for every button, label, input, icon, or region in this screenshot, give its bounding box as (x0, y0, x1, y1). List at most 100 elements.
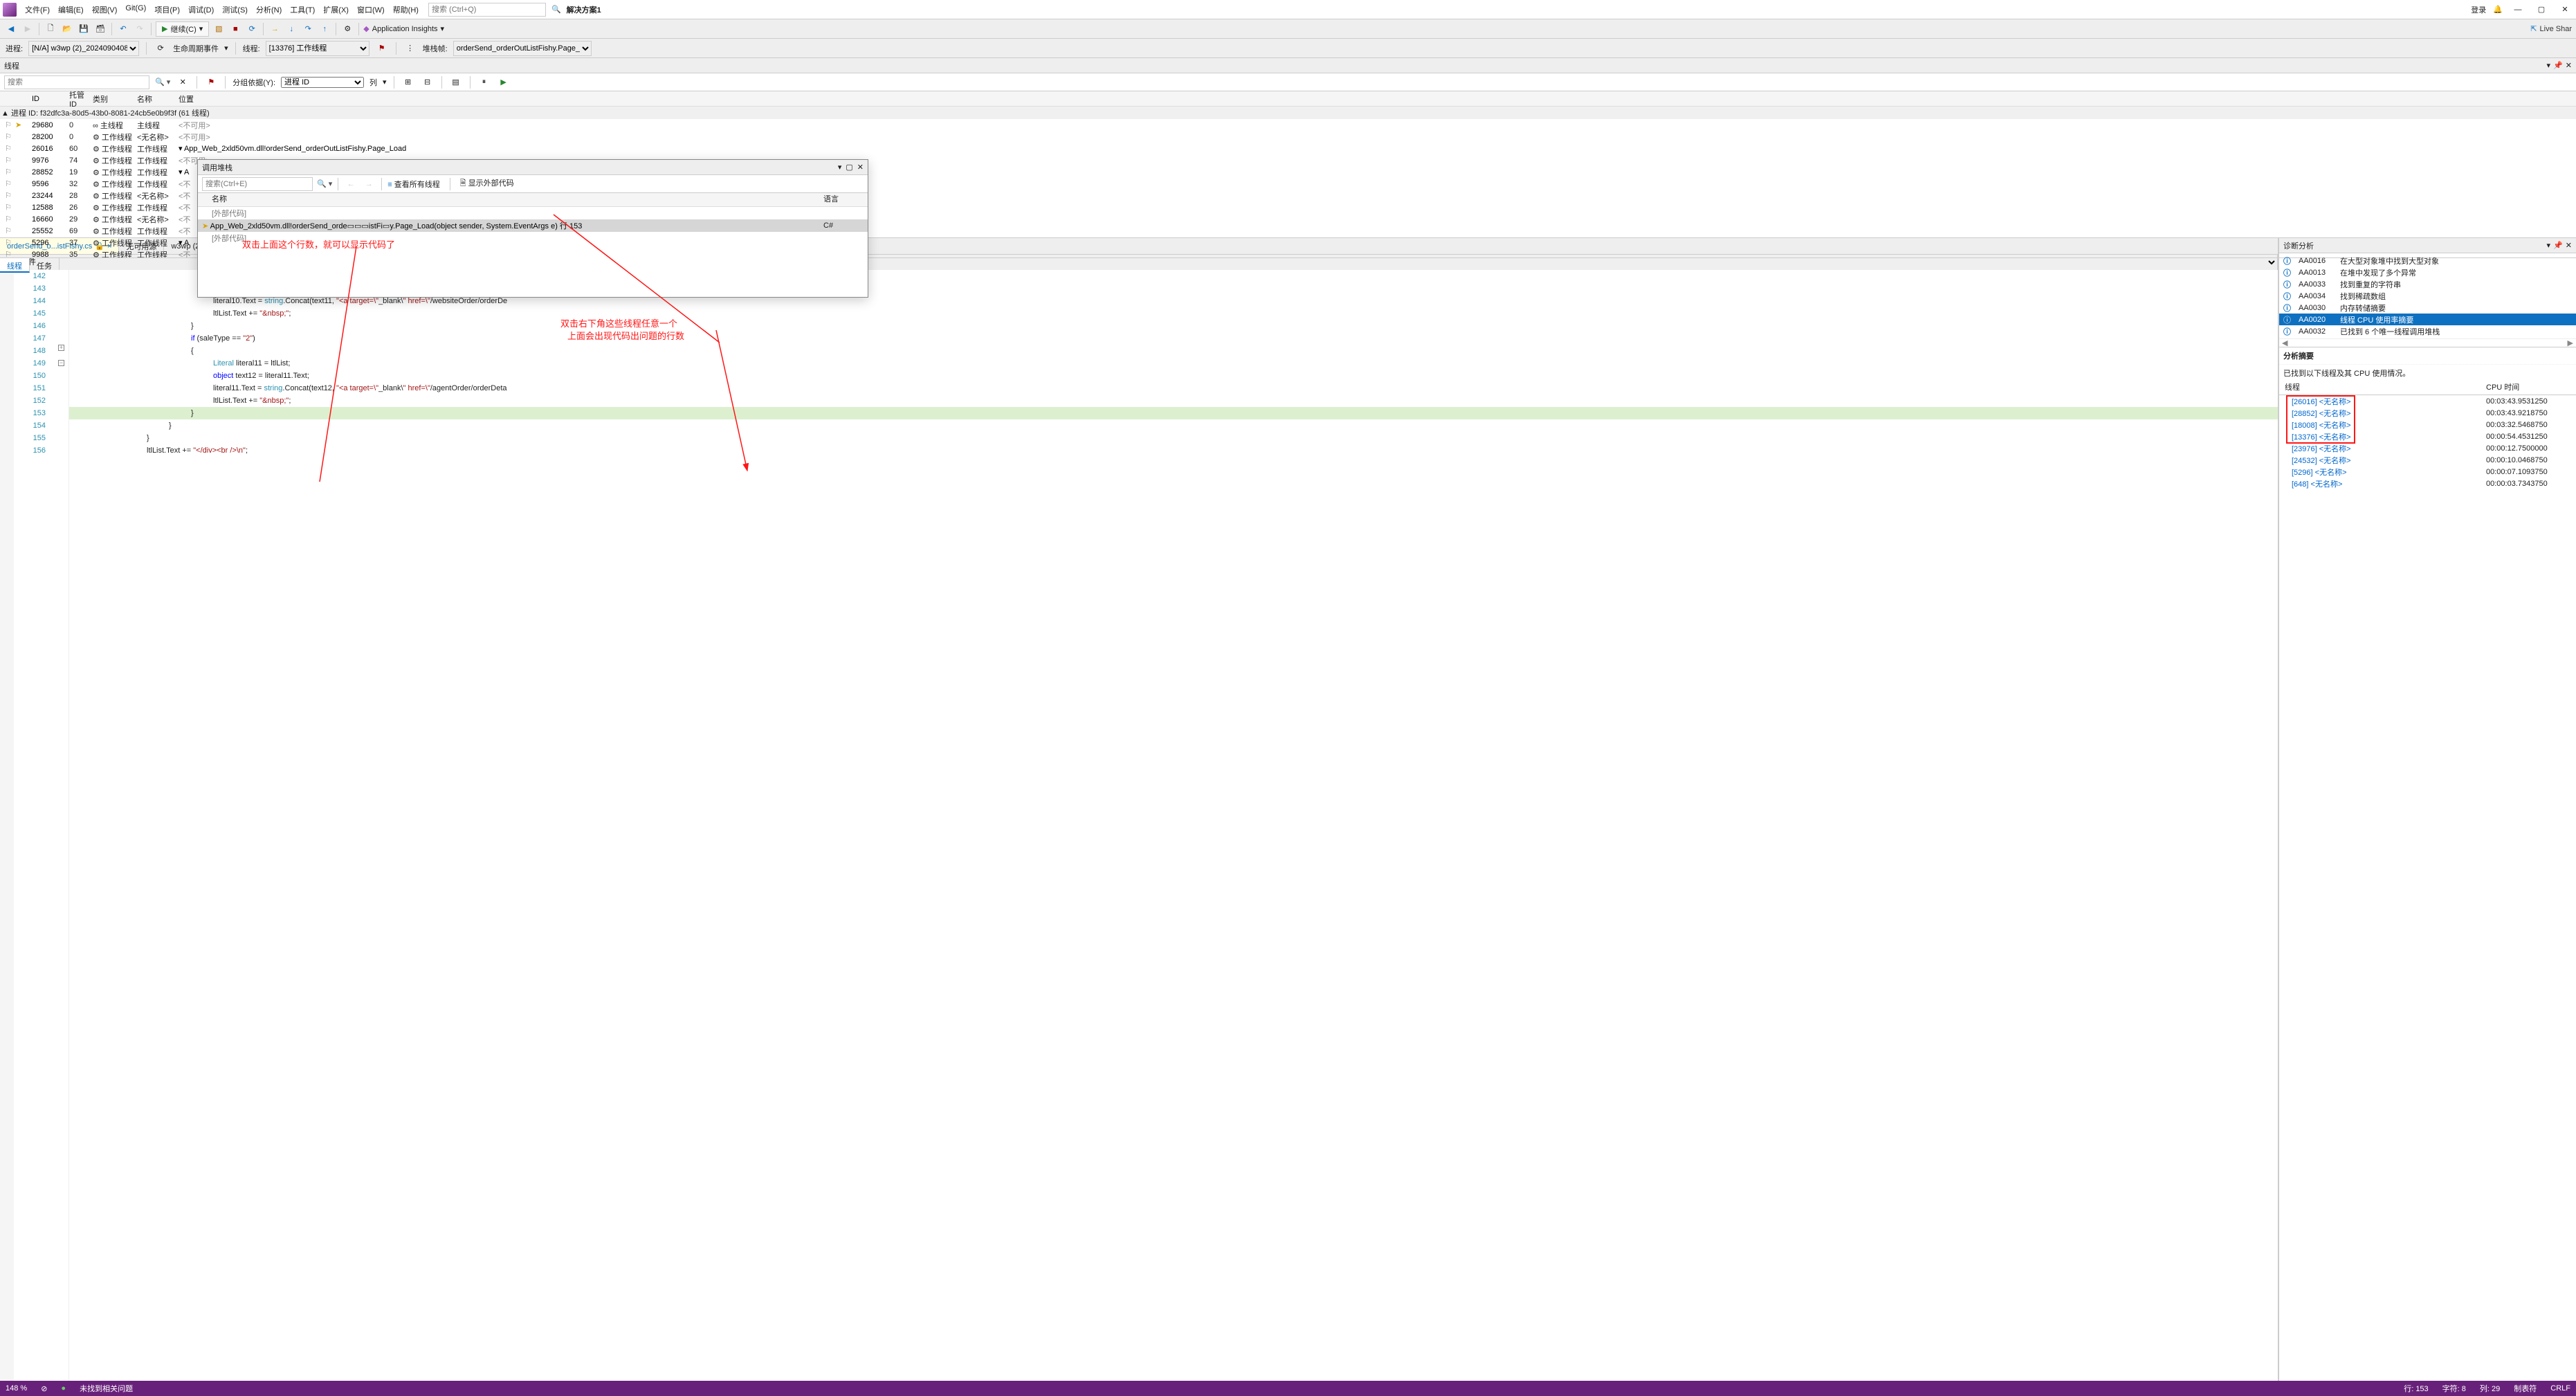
status-crlf[interactable]: CRLF (2550, 1384, 2570, 1393)
view-all-threads[interactable]: ≡ 查看所有线程 (387, 179, 439, 190)
menu-item[interactable]: 编辑(E) (54, 1, 88, 18)
cpu-row[interactable]: [24532] <无名称>00:00:10.0468750 (2279, 454, 2576, 466)
diag-item[interactable]: ⓘAA0033找到重复的字符串 (2279, 278, 2576, 290)
search-icon[interactable]: 🔍 ▾ (317, 179, 332, 188)
code-line[interactable]: } (69, 320, 2278, 332)
menu-item[interactable]: 工具(T) (286, 1, 319, 18)
diag-item[interactable]: ⓘAA0013在堆中发现了多个异常 (2279, 266, 2576, 278)
maximize-icon[interactable]: ▢ (846, 163, 852, 172)
open-icon[interactable]: 📂 (60, 22, 74, 36)
callstack-search-input[interactable] (202, 177, 313, 191)
error-icon[interactable]: ⊘ (41, 1384, 47, 1393)
restart-icon[interactable]: ⟳ (245, 22, 259, 36)
cpu-row[interactable]: [5296] <无名称>00:00:07.1093750 (2279, 466, 2576, 478)
save-icon[interactable]: 💾 (77, 22, 91, 36)
menu-item[interactable]: Git(G) (121, 1, 150, 18)
minimize-button[interactable]: — (2510, 3, 2526, 17)
dropdown-icon[interactable]: ▾ (2547, 241, 2551, 250)
tab-threads[interactable]: 线程 (0, 258, 30, 273)
code-line[interactable]: ltlList.Text += "</div><br />\n"; (69, 444, 2278, 457)
threads-search-input[interactable] (4, 75, 149, 89)
issues-label[interactable]: 未找到相关问题 (80, 1383, 133, 1394)
callstack-icon[interactable]: ▤ (449, 75, 463, 89)
stackframe-select[interactable]: orderSend_orderOutListFishy.Page_Loa (453, 41, 592, 56)
breakpoint-gutter[interactable] (0, 270, 14, 1381)
code-line[interactable]: literal11.Text = string.Concat(text12, "… (69, 382, 2278, 395)
nav-fwd-icon[interactable]: ▶ (21, 22, 35, 36)
menu-item[interactable]: 窗口(W) (353, 1, 389, 18)
pin-icon[interactable]: 📌 (2553, 241, 2563, 250)
zoom-level[interactable]: 148 % (6, 1384, 27, 1393)
play-icon[interactable]: ▶ (497, 75, 511, 89)
cpu-row[interactable]: [26016] <无名称>00:03:43.9531250 (2279, 395, 2576, 407)
menu-item[interactable]: 扩展(X) (319, 1, 353, 18)
callstack-row[interactable]: [外部代码] (198, 207, 868, 219)
code-line[interactable]: { (69, 345, 2278, 357)
menu-item[interactable]: 项目(P) (150, 1, 184, 18)
undo-icon[interactable]: ↶ (116, 22, 130, 36)
menu-item[interactable]: 视图(V) (88, 1, 122, 18)
next-icon[interactable]: → (362, 177, 376, 191)
prev-icon[interactable]: ← (344, 177, 358, 191)
callstack-row[interactable]: [外部代码] (198, 232, 868, 244)
diag-item[interactable]: ⓘAA0030内存转储摘要 (2279, 302, 2576, 314)
close-icon[interactable]: ✕ (857, 163, 864, 172)
notification-icon[interactable]: 🔔 (2493, 5, 2503, 14)
menu-item[interactable]: 调试(D) (184, 1, 218, 18)
cpu-row[interactable]: [28852] <无名称>00:03:43.9218750 (2279, 407, 2576, 419)
close-button[interactable]: ✕ (2557, 3, 2573, 17)
step-out-icon[interactable]: ↑ (318, 22, 331, 36)
save-all-icon[interactable]: 🗃 (93, 22, 107, 36)
stop-icon[interactable]: ■ (228, 22, 242, 36)
login-link[interactable]: 登录 (2471, 4, 2486, 15)
pin-icon[interactable]: 📌 (2553, 61, 2563, 70)
threads-group[interactable]: ▲ 进程 ID: f32dfc3a-80d5-43b0-8081-24cb5e0… (0, 107, 2576, 119)
menu-item[interactable]: 文件(F) (21, 1, 54, 18)
menu-item[interactable]: 分析(N) (252, 1, 286, 18)
show-next-icon[interactable]: → (268, 22, 282, 36)
code-line[interactable]: Literal literal11 = ltlList; (69, 357, 2278, 370)
code-line[interactable]: if (saleType == "2") (69, 332, 2278, 345)
cpu-row[interactable]: [648] <无名称>00:00:03.7343750 (2279, 478, 2576, 489)
dropdown-icon[interactable]: ▾ (838, 163, 842, 172)
diag-item[interactable]: ⓘAA0032已找到 6 个唯一线程调用堆栈 (2279, 325, 2576, 337)
redo-icon[interactable]: ↷ (133, 22, 147, 36)
pause-icon[interactable]: ⏸ (477, 75, 491, 89)
search-icon[interactable]: 🔍 (551, 5, 561, 14)
cpu-row[interactable]: [18008] <无名称>00:03:32.5468750 (2279, 419, 2576, 430)
lifecycle-icon[interactable]: ⟳ (154, 42, 167, 55)
maximize-button[interactable]: ▢ (2533, 3, 2550, 17)
fold-minus-icon[interactable]: − (58, 360, 64, 366)
flag-icon[interactable]: ⚑ (375, 42, 389, 55)
code-line[interactable]: ltlList.Text += "&nbsp;"; (69, 395, 2278, 407)
close-icon[interactable]: ✕ (2566, 61, 2572, 70)
thread-row[interactable]: ⚐➤296800∞ 主线程主线程<不可用> (0, 119, 2576, 131)
cpu-row[interactable]: [23976] <无名称>00:00:12.7500000 (2279, 442, 2576, 454)
close-icon[interactable]: ✕ (2566, 241, 2572, 250)
flag-filter-icon[interactable]: ⚑ (204, 75, 218, 89)
dropdown-icon[interactable]: ▾ (383, 78, 387, 87)
dropdown-icon[interactable]: ▾ (441, 24, 445, 33)
search-icon[interactable]: 🔍 ▾ (155, 78, 170, 87)
code-lines[interactable]: Literal literal10 = ltlList;object text1… (69, 270, 2278, 1381)
fold-plus-icon[interactable]: + (58, 345, 64, 351)
break-all-icon[interactable]: ▧ (212, 22, 226, 36)
code-line[interactable]: } (69, 407, 2278, 419)
show-external-code[interactable]: 🗎 显示外部代码 (460, 177, 514, 190)
dropdown-icon[interactable]: ▾ (224, 44, 228, 53)
outline-gutter[interactable]: + − (55, 270, 69, 1381)
thread-select[interactable]: [13376] 工作线程 (266, 41, 369, 56)
continue-button[interactable]: ▶ 继续(C) ▾ (156, 21, 209, 37)
group-by-select[interactable]: 进程 ID (281, 77, 364, 88)
thread-filter-icon[interactable]: ⋮ (403, 42, 417, 55)
dropdown-icon[interactable]: ▾ (199, 24, 203, 33)
live-share-button[interactable]: ⇱ Live Shar (2530, 24, 2572, 33)
app-insights-label[interactable]: Application Insights (372, 25, 438, 33)
new-project-icon[interactable]: 🗋 (44, 22, 57, 36)
step-into-icon[interactable]: ↓ (284, 22, 298, 36)
nav-back-icon[interactable]: ◀ (4, 22, 18, 36)
dropdown-icon[interactable]: ▾ (2547, 61, 2551, 70)
columns-label[interactable]: 列 (369, 77, 377, 88)
menu-item[interactable]: 测试(S) (218, 1, 252, 18)
clear-icon[interactable]: ✕ (176, 75, 190, 89)
